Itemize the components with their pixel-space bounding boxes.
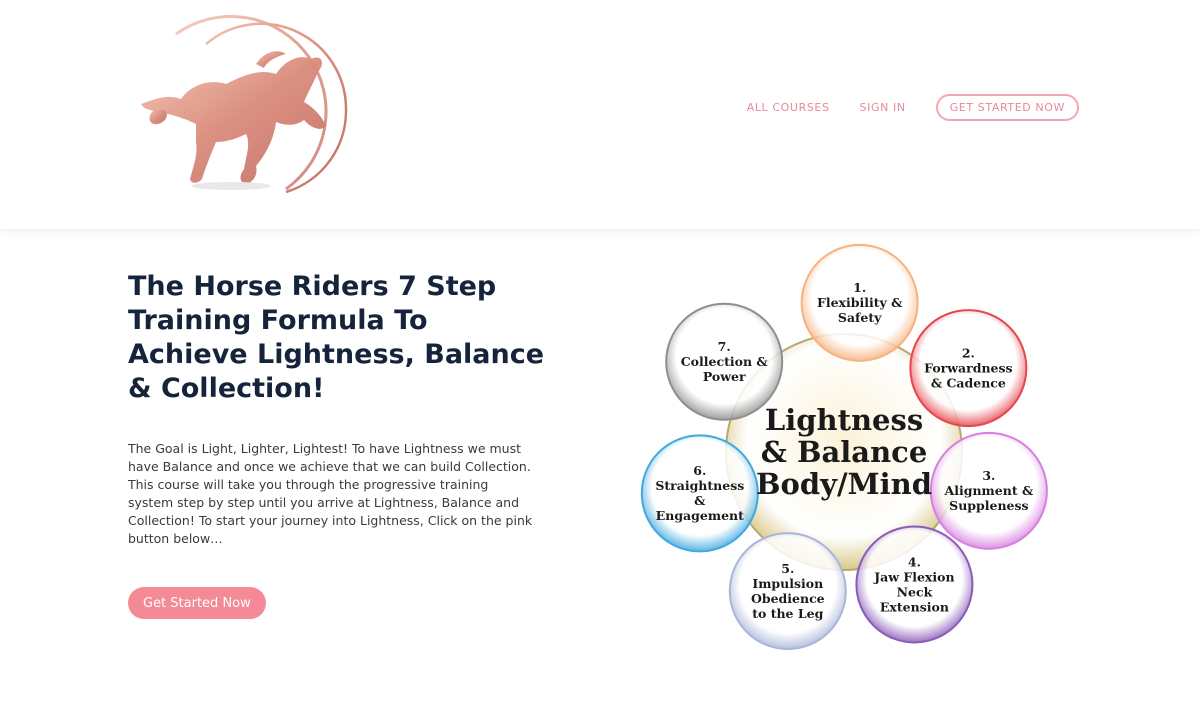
horse-logo[interactable] bbox=[136, 14, 356, 198]
hero-description: The Goal is Light, Lighter, Lightest! To… bbox=[128, 441, 533, 546]
training-steps-diagram: 1. Flexibility & Safety2. Forwardness & Cade… bbox=[640, 243, 1048, 651]
main-nav: ALL COURSES SIGN IN GET STARTED NOW bbox=[747, 93, 1079, 121]
get-started-button[interactable]: Get Started Now bbox=[128, 587, 266, 619]
nav-get-started-button[interactable]: GET STARTED NOW bbox=[935, 93, 1079, 121]
nav-sign-in[interactable]: SIGN IN bbox=[860, 101, 906, 114]
nav-all-courses[interactable]: ALL COURSES bbox=[747, 101, 830, 114]
center-label: Lightness & Balance Body/Mind bbox=[756, 403, 932, 501]
site-header: ALL COURSES SIGN IN GET STARTED NOW bbox=[0, 0, 1200, 229]
hero-title: The Horse Riders 7 Step Training Formula… bbox=[128, 271, 545, 404]
